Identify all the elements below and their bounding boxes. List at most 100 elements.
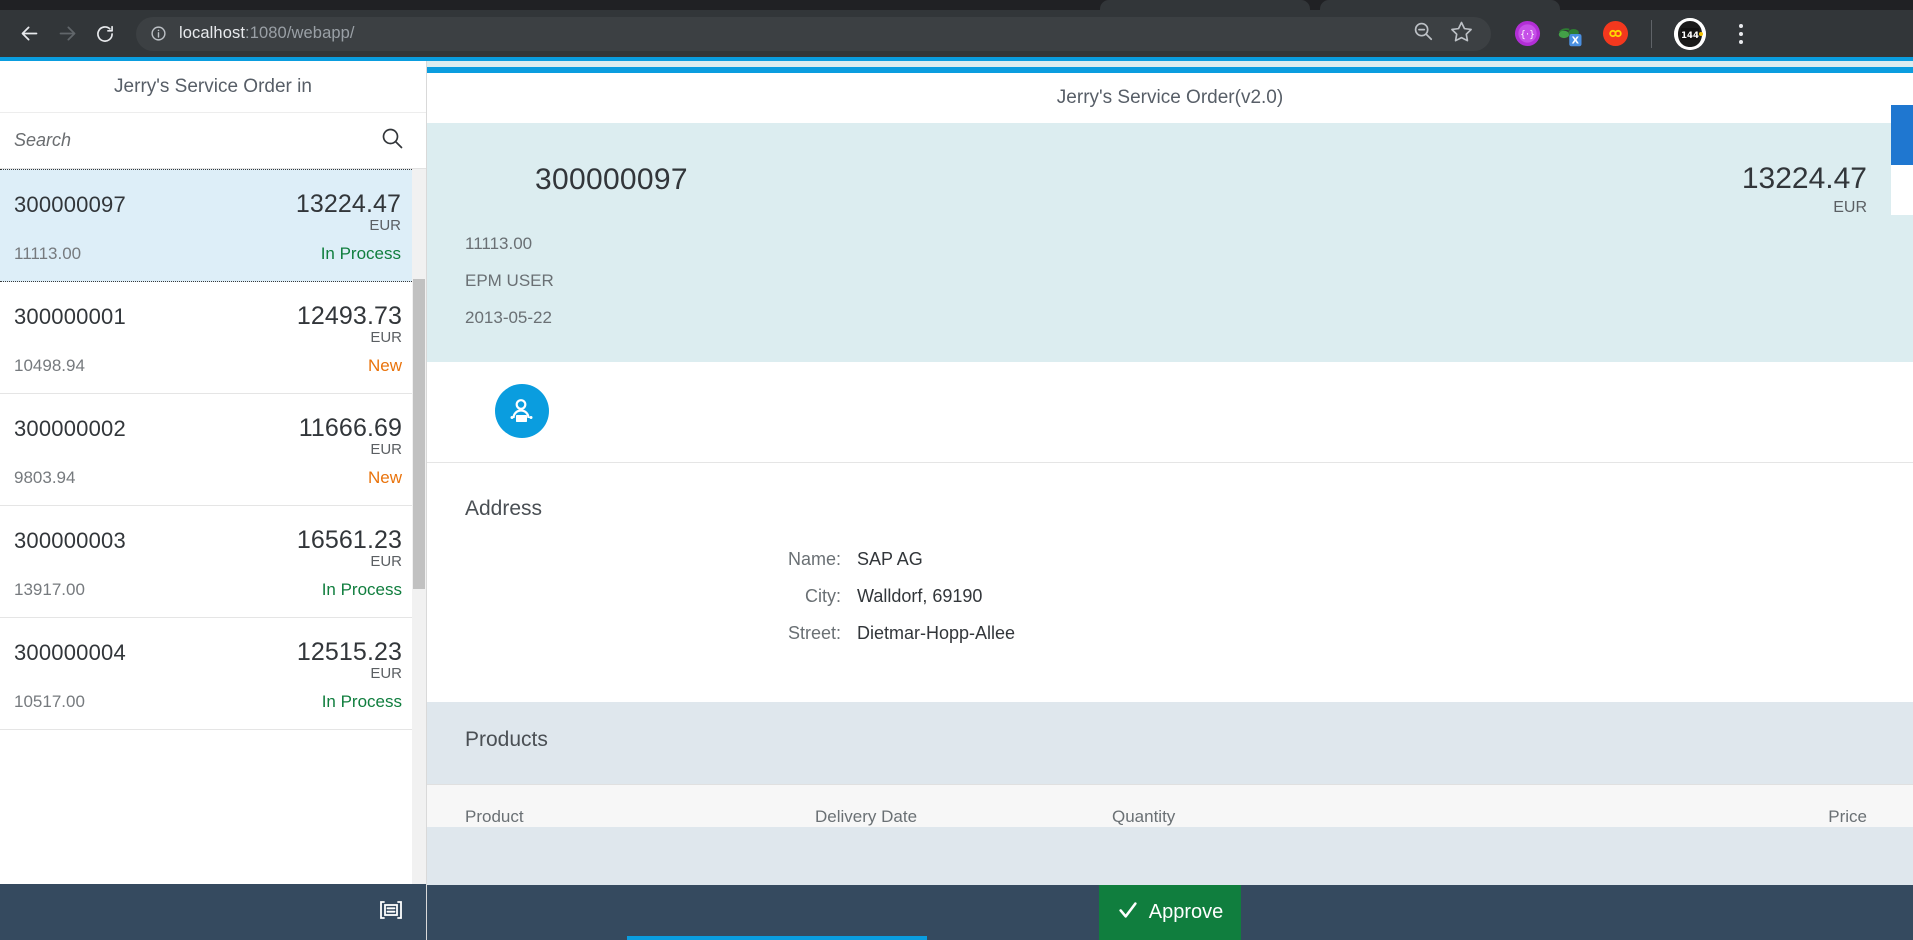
object-header-currency: EUR	[1742, 199, 1867, 217]
star-icon[interactable]	[1450, 20, 1473, 48]
svg-text:{·}: {·}	[1519, 29, 1534, 40]
detail-header-bar: Jerry's Service Order(v2.0)	[427, 67, 1913, 123]
right-edge-popup[interactable]	[1891, 105, 1913, 215]
order-subtotal: 13917.00	[14, 580, 85, 600]
extension-infinity-icon[interactable]	[1601, 20, 1629, 48]
browser-tab[interactable]	[1320, 0, 1560, 10]
forward-button[interactable]	[48, 15, 86, 53]
list-item[interactable]: 300000001 12493.73 EUR 10498.94 New	[0, 282, 426, 394]
order-id: 300000003	[14, 528, 126, 554]
browser-tab[interactable]	[1100, 0, 1310, 10]
order-subtotal: 10498.94	[14, 356, 85, 376]
reload-button[interactable]	[86, 15, 124, 53]
search-input[interactable]	[14, 130, 380, 151]
extension-purple-icon[interactable]: {·}	[1513, 20, 1541, 48]
order-id: 300000001	[14, 304, 126, 330]
status-badge: In Process	[322, 692, 402, 712]
list-item[interactable]: 300000004 12515.23 EUR 10517.00 In Proce…	[0, 618, 426, 730]
list-item[interactable]: 300000003 16561.23 EUR 13917.00 In Proce…	[0, 506, 426, 618]
popup-body	[1891, 165, 1913, 215]
products-table: Product Delivery Date Quantity Price	[427, 784, 1913, 827]
master-list-scrollbar[interactable]	[412, 169, 426, 884]
column-header-price: Price	[1512, 807, 1867, 827]
order-currency: EUR	[14, 329, 402, 346]
column-header-delivery-date: Delivery Date	[815, 807, 1112, 827]
search-icon[interactable]	[380, 126, 404, 155]
customer-avatar-block	[427, 362, 1913, 463]
page-title: Jerry's Service Order(v2.0)	[1057, 87, 1283, 109]
url-path: :1080/webapp/	[245, 24, 355, 42]
address-section: Address Name: SAP AG City: Walldorf, 691…	[427, 463, 1913, 702]
order-id: 300000097	[14, 192, 126, 218]
column-header-quantity: Quantity	[1112, 807, 1512, 827]
order-currency: EUR	[14, 553, 402, 570]
scrollbar-thumb[interactable]	[413, 279, 425, 589]
page-loading-bar	[0, 57, 1913, 61]
order-subtotal: 9803.94	[14, 468, 75, 488]
order-id: 300000004	[14, 640, 126, 666]
address-value: Dietmar-Hopp-Allee	[857, 623, 1015, 644]
products-heading: Products	[427, 728, 1913, 752]
order-currency: EUR	[14, 217, 401, 234]
object-header-title: 300000097	[535, 163, 688, 197]
check-icon	[1117, 899, 1139, 927]
address-label: Name:	[427, 549, 857, 570]
svg-text:X: X	[1572, 35, 1580, 46]
order-amount: 13224.47	[296, 190, 401, 219]
omnibox-actions	[1412, 20, 1477, 48]
object-header: 300000097 13224.47 EUR 11113.00 EPM USER…	[427, 123, 1913, 362]
list-item[interactable]: 300000097 13224.47 EUR 11113.00 In Proce…	[0, 169, 426, 282]
object-header-amount: 13224.47	[1742, 163, 1867, 195]
object-header-attribute: 11113.00	[465, 234, 1867, 254]
address-label: Street:	[427, 623, 857, 644]
web-page: Jerry's Service Order in 300000097 13224…	[0, 57, 1913, 940]
browser-toolbar: localhost:1080/webapp/	[0, 10, 1913, 57]
object-header-attribute: EPM USER	[465, 271, 1867, 291]
bottom-accent-strip	[627, 936, 927, 940]
avatar[interactable]: 144	[1674, 18, 1706, 50]
order-currency: EUR	[14, 665, 402, 682]
order-subtotal: 11113.00	[14, 244, 81, 264]
zoom-out-icon[interactable]	[1412, 20, 1434, 47]
order-amount: 16561.23	[297, 526, 402, 555]
avatar-number: 144	[1681, 31, 1699, 41]
extension-glasses-icon[interactable]: X	[1557, 20, 1585, 48]
master-list-title: Jerry's Service Order in	[0, 61, 426, 113]
order-subtotal: 10517.00	[14, 692, 85, 712]
list-item[interactable]: 300000002 11666.69 EUR 9803.94 New	[0, 394, 426, 506]
order-amount: 12515.23	[297, 638, 402, 667]
search-field[interactable]	[0, 113, 426, 169]
address-row: Name: SAP AG	[427, 549, 1913, 570]
status-badge: New	[368, 468, 402, 488]
address-heading: Address	[427, 497, 1913, 521]
extension-icons-area: {·} X	[1513, 18, 1756, 50]
order-list[interactable]: 300000097 13224.47 EUR 11113.00 In Proce…	[0, 169, 426, 884]
order-amount: 12493.73	[297, 302, 402, 331]
master-list-panel: Jerry's Service Order in 300000097 13224…	[0, 57, 427, 940]
master-footer-bar	[0, 884, 426, 940]
status-badge: In Process	[321, 244, 401, 264]
order-id: 300000002	[14, 416, 126, 442]
detail-panel: Jerry's Service Order(v2.0) 300000097 13…	[427, 57, 1913, 940]
action-footer-bar: Approve	[427, 885, 1913, 940]
products-table-header: Product Delivery Date Quantity Price	[465, 807, 1867, 827]
address-row: Street: Dietmar-Hopp-Allee	[427, 623, 1913, 644]
order-amount: 11666.69	[299, 414, 402, 443]
address-bar[interactable]: localhost:1080/webapp/	[136, 17, 1491, 51]
status-badge: In Process	[322, 580, 402, 600]
site-info-icon[interactable]	[150, 25, 167, 42]
toolbar-divider	[1651, 20, 1652, 48]
url-text: localhost:1080/webapp/	[179, 24, 355, 43]
address-row: City: Walldorf, 69190	[427, 586, 1913, 607]
address-value: Walldorf, 69190	[857, 586, 982, 607]
order-currency: EUR	[14, 441, 402, 458]
status-badge: New	[368, 356, 402, 376]
list-settings-icon[interactable]	[378, 897, 404, 928]
three-dot-menu-icon[interactable]	[1726, 18, 1756, 50]
customer-person-icon[interactable]	[495, 384, 549, 438]
popup-header-bar	[1891, 105, 1913, 165]
approve-button-label: Approve	[1149, 901, 1224, 924]
approve-button[interactable]: Approve	[1099, 885, 1242, 940]
browser-tab-strip[interactable]	[0, 0, 1913, 10]
back-button[interactable]	[10, 15, 48, 53]
